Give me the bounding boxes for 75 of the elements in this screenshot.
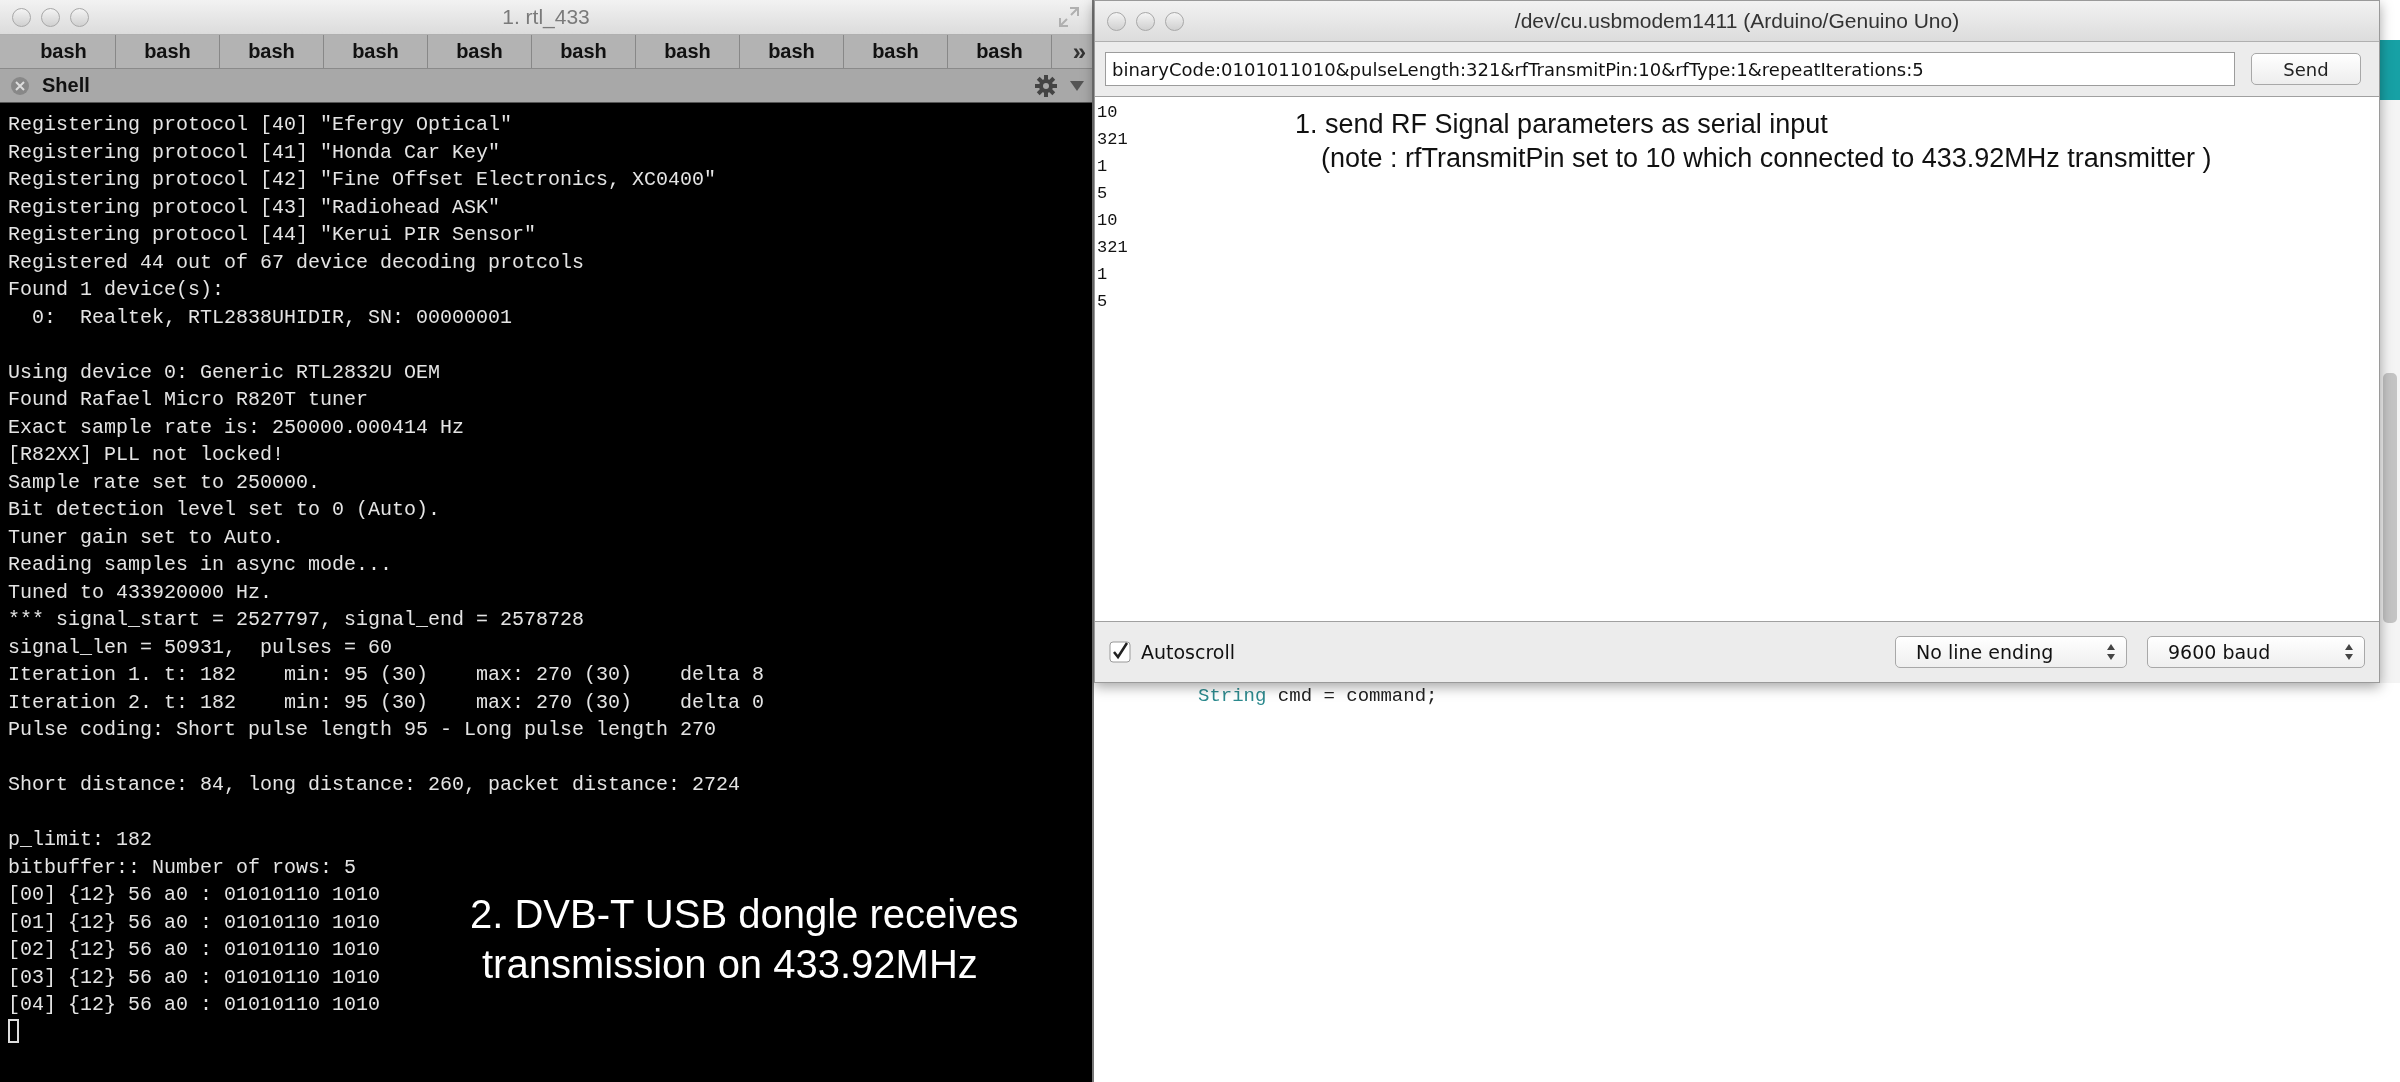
terminal-tab[interactable]: bash: [324, 35, 428, 68]
output-line: 321: [1096, 129, 1128, 151]
window-control[interactable]: [70, 7, 89, 27]
terminal-line: Pulse coding: Short pulse length 95 - Long pulse length 270: [8, 717, 717, 743]
terminal-line: Registering protocol [41] "Honda Car Key": [8, 139, 501, 166]
window-control[interactable]: [1136, 11, 1155, 31]
window-control[interactable]: [41, 7, 60, 27]
output-line: 1: [1096, 156, 1108, 178]
scrollbar-thumb[interactable]: [2383, 373, 2397, 623]
terminal-line: Exact sample rate is: 250000.000414 Hz: [8, 414, 465, 441]
terminal-line: Registered 44 out of 67 device decoding protcols: [8, 249, 585, 276]
annotation-text: 1. send RF Signal parameters as serial input (note : rfTransmitPin set to 10 which connected to 433.92MHz transmitter ): [1295, 108, 2212, 175]
terminal-line: [04] {12} 56 a0 : 01010110 1010: [8, 992, 381, 1018]
terminal-line: Found 1 device(s):: [8, 277, 225, 303]
terminal-line: Tuner gain set to Auto.: [8, 524, 285, 551]
window-title: /dev/cu.usbmodem1411 (Arduino/Genuino Uno): [1514, 9, 1960, 33]
settings-icon[interactable]: [1034, 73, 1058, 98]
window-control[interactable]: [1165, 11, 1184, 31]
close-icon[interactable]: [10, 75, 30, 96]
send-button[interactable]: Send: [2251, 53, 2361, 85]
terminal-tab[interactable]: bash: [428, 35, 532, 68]
fullscreen-icon[interactable]: [1058, 6, 1080, 28]
terminal-tab[interactable]: bash: [220, 35, 324, 68]
window-control[interactable]: [1107, 11, 1126, 31]
terminal-line: p_limit: 182: [8, 827, 153, 853]
terminal-tab[interactable]: bash: [844, 35, 948, 68]
terminal-line: Registering protocol [42] "Fine Offset Electronics, XC0400": [8, 167, 717, 193]
terminal-line: Found Rafael Micro R820T tuner: [8, 387, 369, 413]
terminal-line: 0: Realtek, RTL2838UHIDIR, SN: 00000001: [31, 304, 513, 331]
terminal-line: [01] {12} 56 a0 : 01010110 1010: [8, 909, 381, 936]
terminal-line: [02] {12} 56 a0 : 01010110 1010: [8, 937, 381, 963]
output-line: 321: [1096, 237, 1128, 259]
terminal-line: Using device 0: Generic RTL2832U OEM: [8, 359, 441, 386]
terminal-line: Registering protocol [44] "Kerui PIR Sensor": [8, 222, 537, 248]
terminal-line: Registering protocol [40] "Efergy Optical": [8, 112, 513, 138]
terminal-line: Iteration 2. t: 182 min: 95 (30) max: 270 (30) delta 0: [8, 689, 765, 716]
terminal-line: [03] {12} 56 a0 : 01010110 1010: [8, 964, 381, 991]
terminal-line: signal_len = 50931, pulses = 60: [8, 634, 393, 661]
window-title: 1. rtl_433: [502, 5, 590, 29]
window-control[interactable]: [12, 7, 31, 27]
terminal-line: Bit detection level set to 0 (Auto).: [8, 497, 441, 523]
output-line: 5: [1096, 291, 1108, 313]
annotation-text: 2. DVB-T USB dongle receives transmission on 433.92MHz: [470, 891, 1019, 988]
autoscroll-checkbox[interactable]: Autoscroll: [1109, 641, 1236, 663]
stepper-icon: [2106, 643, 2116, 661]
line-ending-select[interactable]: No line ending: [1895, 636, 2127, 668]
terminal-line: [00] {12} 56 a0 : 01010110 1010: [8, 882, 381, 908]
stepper-icon: [2344, 643, 2354, 661]
terminal-tab[interactable]: bash: [948, 35, 1052, 68]
baud-rate-select[interactable]: 9600 baud: [2147, 636, 2365, 668]
code-line: String cmd = command;: [1198, 684, 1439, 709]
text-cursor: [8, 1019, 19, 1043]
terminal-line: Reading samples in async mode...: [8, 552, 393, 578]
editor-toolbar: [2380, 40, 2400, 100]
terminal-tab[interactable]: bash: [12, 35, 116, 68]
terminal-line: bitbuffer:: Number of rows: 5: [8, 854, 357, 881]
terminal-line: Iteration 1. t: 182 min: 95 (30) max: 270 (30) delta 8: [8, 662, 765, 688]
more-tabs-button[interactable]: »: [1072, 37, 1086, 66]
terminal-line: Sample rate set to 250000.: [8, 469, 321, 496]
terminal-line: *** signal_start = 2527797, signal_end = 2578728: [8, 607, 585, 633]
serial-input-field[interactable]: binaryCode:0101011010&pulseLength:321&rfTransmitPin:10&rfType:1&repeatIterations:5: [1105, 52, 2235, 86]
terminal-tab[interactable]: bash: [740, 35, 844, 68]
terminal-tab[interactable]: bash: [116, 35, 220, 68]
output-line: 5: [1096, 183, 1108, 205]
terminal-tab[interactable]: bash: [636, 35, 740, 68]
terminal-line: Tuned to 433920000 Hz.: [8, 579, 273, 606]
terminal-line: Registering protocol [43] "Radiohead ASK": [8, 194, 501, 221]
terminal-tab[interactable]: bash: [532, 35, 636, 68]
output-line: 10: [1096, 102, 1118, 124]
output-line: 1: [1096, 264, 1108, 286]
terminal-line: [R82XX] PLL not locked!: [8, 442, 285, 468]
panel-title: Shell: [42, 74, 90, 97]
dropdown-caret-icon[interactable]: [1070, 80, 1084, 91]
output-line: 10: [1096, 210, 1118, 232]
terminal-line: Short distance: 84, long distance: 260, packet distance: 2724: [8, 772, 741, 798]
